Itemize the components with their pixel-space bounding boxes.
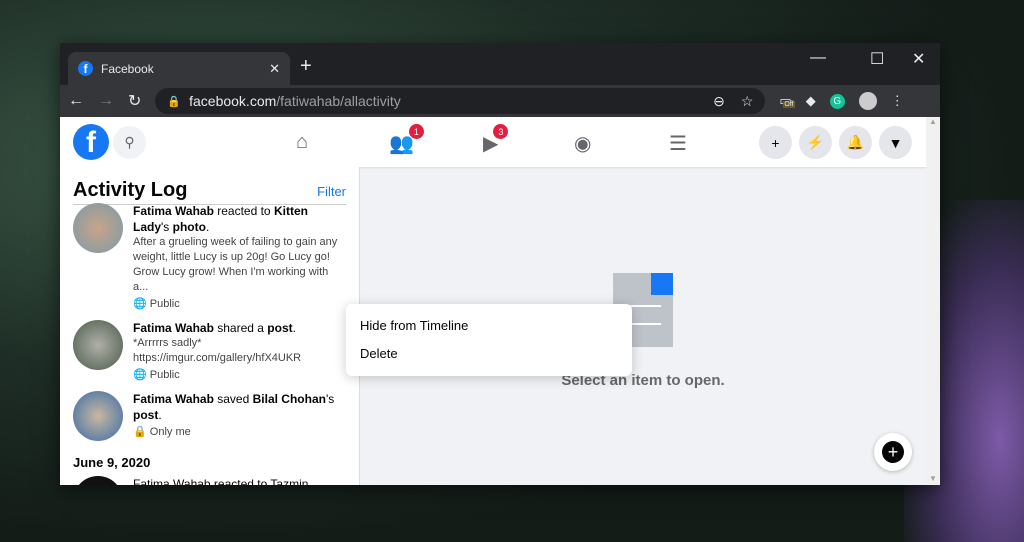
messenger-button[interactable]: ⚡: [799, 126, 832, 159]
url-path: /fatiwahab/allactivity: [276, 93, 401, 109]
globe-icon: 🌐: [133, 298, 147, 310]
close-tab-icon[interactable]: ✕: [269, 61, 280, 77]
friends-icon[interactable]: 👥 1: [389, 124, 424, 156]
avatar: [73, 320, 123, 370]
scrollbar[interactable]: ▲ ▼: [926, 117, 940, 485]
reload-icon[interactable]: ↻: [128, 91, 141, 111]
lock-icon: 🔒: [133, 426, 147, 438]
friends-badge: 1: [408, 124, 424, 139]
menu-icon[interactable]: ⋮: [891, 93, 904, 109]
extension-icon[interactable]: ▭Off: [779, 93, 795, 109]
url-host: facebook.com: [189, 93, 277, 109]
menu-item-hide-from-timeline[interactable]: Hide from Timeline: [346, 312, 632, 340]
avatar: [73, 391, 123, 441]
plus-icon: +: [882, 441, 904, 463]
notifications-button[interactable]: 🔔: [839, 126, 872, 159]
profile-avatar[interactable]: [858, 92, 877, 110]
list-item[interactable]: Fatima Wahab saved Bilal Chohan's post. …: [60, 391, 359, 441]
browser-window: f Facebook ✕ + — ☐ ✕ ← → ↻ 🔒 facebook.co…: [60, 43, 940, 485]
list-item[interactable]: Fatima Wahab reacted to Kitten Lady's ph…: [60, 203, 359, 310]
globe-icon: 🌐: [133, 369, 147, 381]
activity-log-panel: Activity Log Filter Fatima Wahab reacted …: [60, 167, 360, 485]
page-title: Activity Log: [73, 179, 188, 201]
home-icon[interactable]: ⌂: [296, 131, 308, 154]
avatar: [73, 203, 123, 253]
forward-icon[interactable]: →: [98, 92, 114, 110]
back-icon[interactable]: ←: [68, 92, 84, 110]
new-tab-button[interactable]: +: [300, 55, 312, 78]
zoom-icon[interactable]: ⊖: [713, 93, 725, 110]
list-item[interactable]: Fatima Wahab reacted to Tazmin: [60, 476, 359, 485]
hamburger-menu-icon[interactable]: ☰: [669, 131, 687, 156]
privacy-label: Public: [149, 298, 180, 310]
new-message-button[interactable]: +: [874, 433, 912, 471]
facebook-favicon-icon: f: [78, 61, 93, 76]
account-dropdown-button[interactable]: ▼: [879, 126, 912, 159]
filter-link[interactable]: Filter: [317, 184, 346, 199]
lock-icon: 🔒: [167, 95, 182, 108]
item-description: After a grueling week of failing to gain…: [133, 236, 338, 293]
groups-icon[interactable]: ◉: [574, 131, 591, 156]
close-window-button[interactable]: ✕: [912, 49, 925, 69]
menu-item-delete[interactable]: Delete: [346, 340, 632, 368]
context-menu: Hide from Timeline Delete: [346, 304, 632, 376]
facebook-logo[interactable]: f: [73, 124, 109, 160]
list-item[interactable]: Fatima Wahab shared a post. *Arrrrrs sad…: [60, 320, 359, 381]
search-button[interactable]: ⚲: [113, 126, 146, 159]
privacy-label: Public: [149, 369, 180, 381]
grammarly-icon[interactable]: G: [829, 93, 845, 109]
minimize-button[interactable]: —: [810, 49, 826, 67]
extension-off-badge: Off: [783, 101, 795, 108]
item-description: *Arrrrrs sadly* https://imgur.com/galler…: [133, 337, 302, 364]
tag-extension-icon[interactable]: ◆: [806, 93, 816, 109]
maximize-button[interactable]: ☐: [870, 49, 884, 69]
tab-title: Facebook: [101, 61, 154, 76]
watch-icon[interactable]: ▶ 3: [483, 124, 509, 156]
create-button[interactable]: +: [759, 126, 792, 159]
avatar: [73, 476, 123, 485]
address-bar[interactable]: 🔒 facebook.com/fatiwahab/allactivity ⊖ ☆: [155, 88, 766, 114]
tab-facebook[interactable]: f Facebook ✕: [68, 52, 290, 85]
privacy-label: Only me: [149, 426, 191, 438]
bookmark-star-icon[interactable]: ☆: [741, 93, 754, 110]
watch-badge: 3: [493, 124, 509, 139]
date-header: June 9, 2020: [73, 455, 151, 470]
